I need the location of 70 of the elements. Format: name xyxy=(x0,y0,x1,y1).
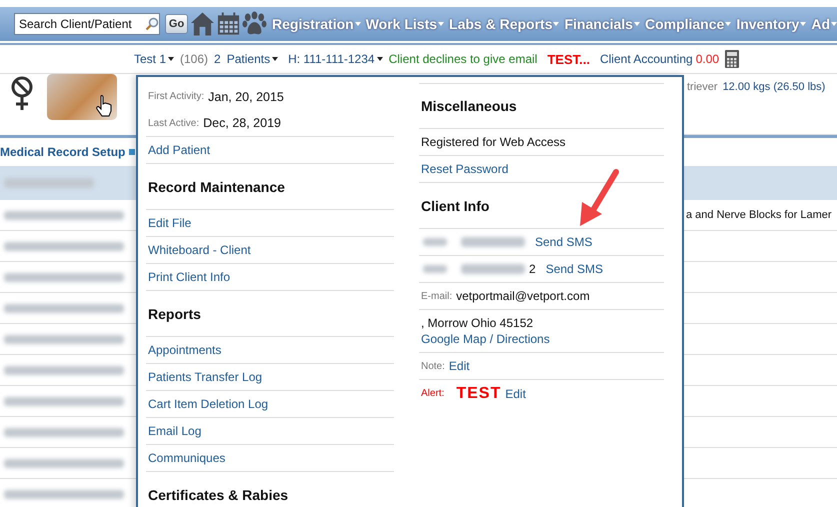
blurred-text xyxy=(461,264,525,274)
phone-link[interactable]: H: 111-111-1234 xyxy=(288,52,383,66)
caret-icon xyxy=(553,22,560,26)
client-count: (106) xyxy=(180,52,208,66)
caret-icon xyxy=(634,22,640,26)
note-label: Note: xyxy=(421,360,445,372)
phone-number-end: 2 xyxy=(529,262,536,276)
date-value: Jan, 20, 2015 xyxy=(208,90,284,104)
menu-text: Registered for Web Access xyxy=(421,135,566,149)
menu-link[interactable]: Whiteboard - Client xyxy=(148,243,251,257)
patient-weight: 12.00 kgs (26.50 lbs) xyxy=(722,81,826,93)
email-value: vetportmail@vetport.com xyxy=(456,289,590,303)
calculator-icon[interactable] xyxy=(725,50,740,68)
blurred-text xyxy=(423,238,447,246)
menu-link[interactable]: Reset Password xyxy=(421,162,508,176)
menu-link[interactable]: Communiques xyxy=(148,451,226,465)
edit-link[interactable]: Edit xyxy=(448,359,470,373)
date-label: First Activity: xyxy=(148,91,204,102)
calendar-icon[interactable] xyxy=(217,12,240,36)
address-text: , Morrow Ohio 45152 xyxy=(421,316,534,330)
menu-link[interactable]: Cart Item Deletion Log xyxy=(148,397,268,411)
caret-icon xyxy=(272,57,278,61)
account-balance: 0.00 xyxy=(696,52,720,66)
section-heading: Miscellaneous xyxy=(421,98,517,114)
send-sms-link[interactable]: Send SMS xyxy=(546,262,604,276)
menu-link[interactable]: Edit File xyxy=(148,216,192,230)
patient-breed: triever xyxy=(687,81,718,93)
female-neutered-icon xyxy=(10,76,34,112)
go-button[interactable]: Go xyxy=(165,14,188,34)
send-sms-link[interactable]: Send SMS xyxy=(535,235,592,249)
search-field[interactable]: Search Client/Patient xyxy=(14,13,160,35)
hand-cursor-icon xyxy=(96,95,112,117)
caret-icon xyxy=(800,22,806,26)
menu-link[interactable]: Patients Transfer Log xyxy=(148,370,262,384)
section-heading: Record Maintenance xyxy=(148,178,285,194)
patients-link[interactable]: Patients xyxy=(226,52,278,66)
caret-icon xyxy=(168,57,174,61)
caret-icon xyxy=(354,22,361,26)
caret-icon xyxy=(831,22,837,26)
alert-label: Alert: xyxy=(421,388,444,399)
edit-link[interactable]: Edit xyxy=(505,386,526,400)
square-marker-icon xyxy=(129,149,136,155)
paw-icon[interactable] xyxy=(242,11,268,37)
client-name-link[interactable]: Test 1 xyxy=(134,52,174,66)
menu-link[interactable]: Email Log xyxy=(148,424,202,438)
map-link[interactable]: Google Map / Directions xyxy=(421,332,550,346)
date-label: Last Active: xyxy=(148,118,200,128)
menu-link[interactable]: Appointments xyxy=(148,343,222,357)
section-heading: Reports xyxy=(148,306,201,322)
section-tab[interactable]: Medical Record Setup xyxy=(0,145,126,159)
blurred-text xyxy=(423,265,447,273)
record-description: a and Nerve Blocks for Lamer xyxy=(686,209,832,221)
section-heading: Certificates & Rabies xyxy=(148,486,288,502)
client-alert-text: TEST... xyxy=(547,52,590,66)
alert-value: TEST xyxy=(456,384,502,402)
caret-icon xyxy=(438,22,444,26)
menu-link[interactable]: Print Client Info xyxy=(148,270,230,284)
menu-link[interactable]: Add Patient xyxy=(148,143,210,157)
client-accounting-link[interactable]: Client Accounting xyxy=(600,52,693,66)
date-value: Dec, 28, 2019 xyxy=(203,116,281,130)
caret-icon xyxy=(376,57,383,61)
home-icon[interactable] xyxy=(190,11,216,37)
patients-count: 2 xyxy=(214,52,221,66)
photo-placeholder xyxy=(47,74,117,120)
blurred-text xyxy=(461,237,525,247)
email-label: E-mail: xyxy=(421,290,452,302)
caret-icon xyxy=(725,22,732,26)
section-heading: Client Info xyxy=(421,198,490,214)
search-icon xyxy=(145,17,159,31)
email-status: Client declines to give email xyxy=(388,52,538,66)
